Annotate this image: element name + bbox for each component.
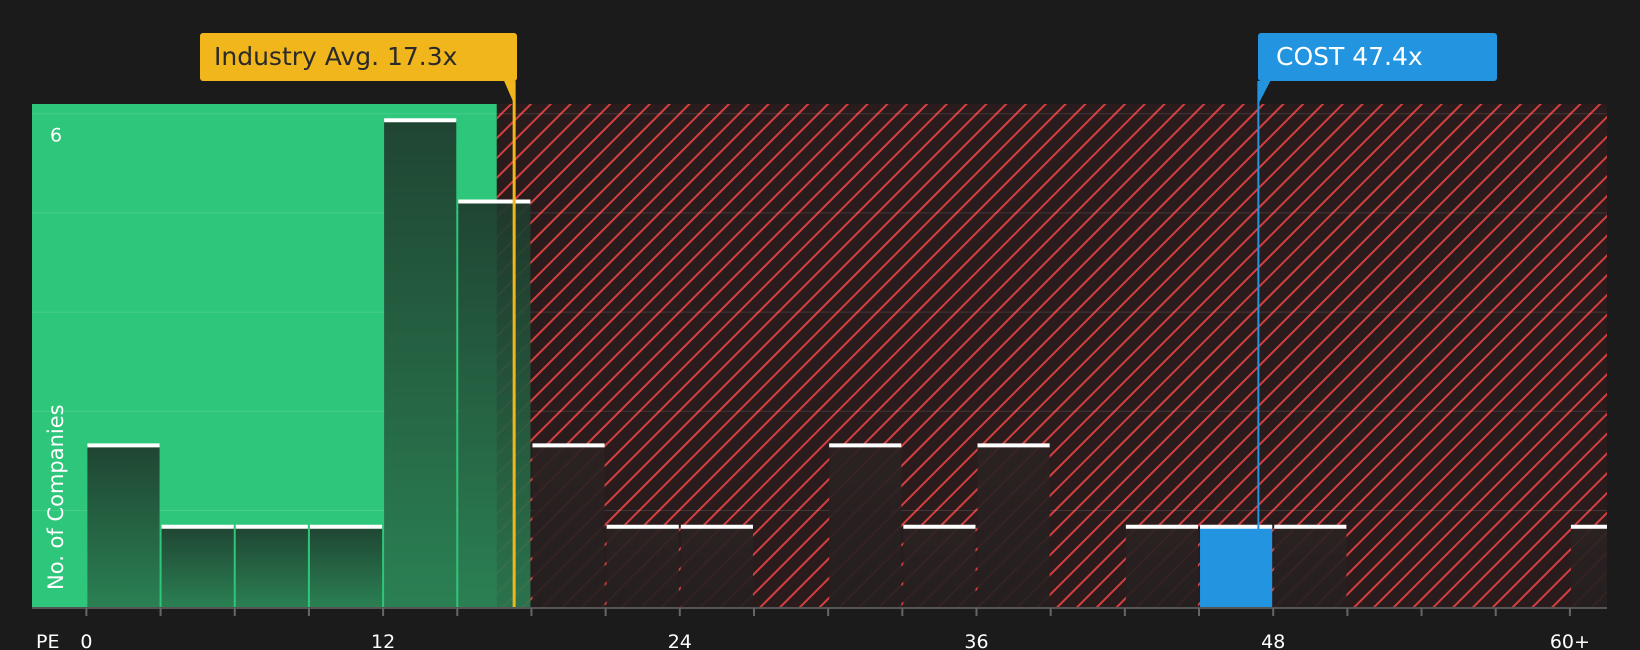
histogram-bar: [1274, 526, 1347, 608]
histogram-bar: [829, 445, 902, 608]
x-tick-label: 24: [668, 631, 692, 650]
y-axis-title: No. of Companies: [44, 404, 68, 590]
histogram-bar: [903, 526, 976, 608]
x-tick-label: 0: [80, 631, 92, 650]
histogram-bar: [309, 526, 383, 608]
x-axis-title: PE: [36, 631, 59, 650]
company-callout-pointer: [1258, 81, 1271, 104]
industry-callout-pointer: [504, 81, 515, 104]
histogram-bar: [458, 201, 531, 608]
histogram-bar: [87, 445, 160, 608]
histogram-bar: [161, 526, 234, 608]
histogram-bar: [532, 445, 605, 608]
histogram-bar: [235, 526, 308, 608]
x-tick-label: 48: [1261, 631, 1285, 650]
histogram-bar: [384, 120, 457, 609]
x-tick-label: 12: [371, 631, 395, 650]
x-tick-label: 36: [964, 631, 988, 650]
histogram-bar: [680, 526, 753, 608]
company-pe-callout: COST 47.4x: [1258, 33, 1497, 81]
histogram-bar: [1570, 526, 1607, 608]
histogram-bar: [1125, 526, 1199, 608]
x-tick-label: 60+: [1550, 631, 1590, 650]
histogram-bar: [1200, 526, 1273, 608]
y-tick-label: 6: [50, 124, 62, 146]
pe-histogram-chart: 0 12 24 36 48 60+ PE 6 No. of Companies: [32, 81, 1607, 650]
histogram-bar: [977, 445, 1050, 608]
industry-average-callout: Industry Avg. 17.3x: [200, 33, 517, 81]
histogram-bar: [606, 526, 679, 608]
